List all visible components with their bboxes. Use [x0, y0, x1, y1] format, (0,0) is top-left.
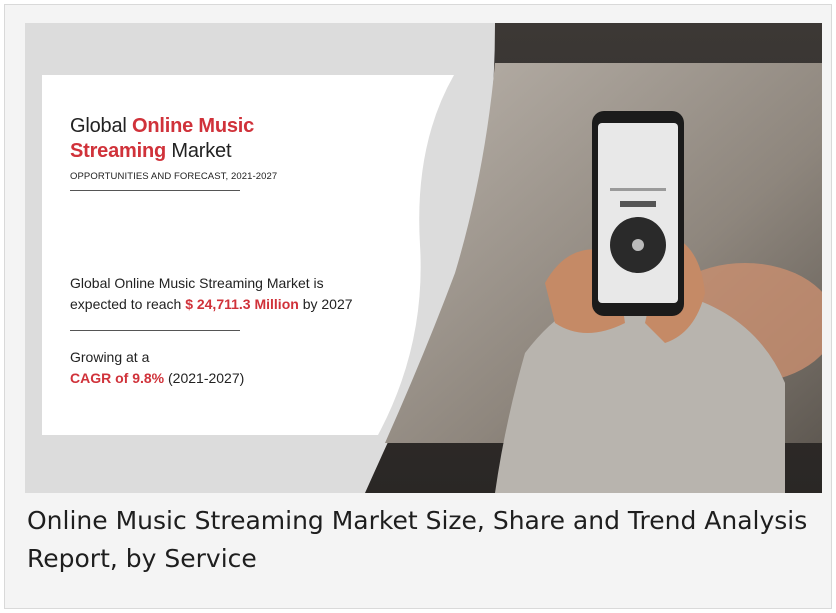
- report-banner-image[interactable]: Global Online Music Streaming Market OPP…: [25, 23, 822, 493]
- report-card[interactable]: Global Online Music Streaming Market OPP…: [4, 4, 832, 609]
- banner-title-line-1: Global Online Music: [70, 115, 255, 137]
- banner-title-line-2: Streaming Market: [70, 140, 232, 162]
- report-title-link[interactable]: Online Music Streaming Market Size, Shar…: [27, 502, 827, 578]
- infographic-panel: Global Online Music Streaming Market OPP…: [42, 75, 808, 435]
- divider: [70, 190, 240, 191]
- cagr-stat: Growing at a CAGR of 9.8% (2021-2027): [70, 349, 245, 386]
- divider: [70, 330, 240, 331]
- banner-subtitle: OPPORTUNITIES AND FORECAST, 2021-2027: [70, 171, 278, 182]
- market-size-stat: Global Online Music Streaming Market is …: [70, 275, 353, 312]
